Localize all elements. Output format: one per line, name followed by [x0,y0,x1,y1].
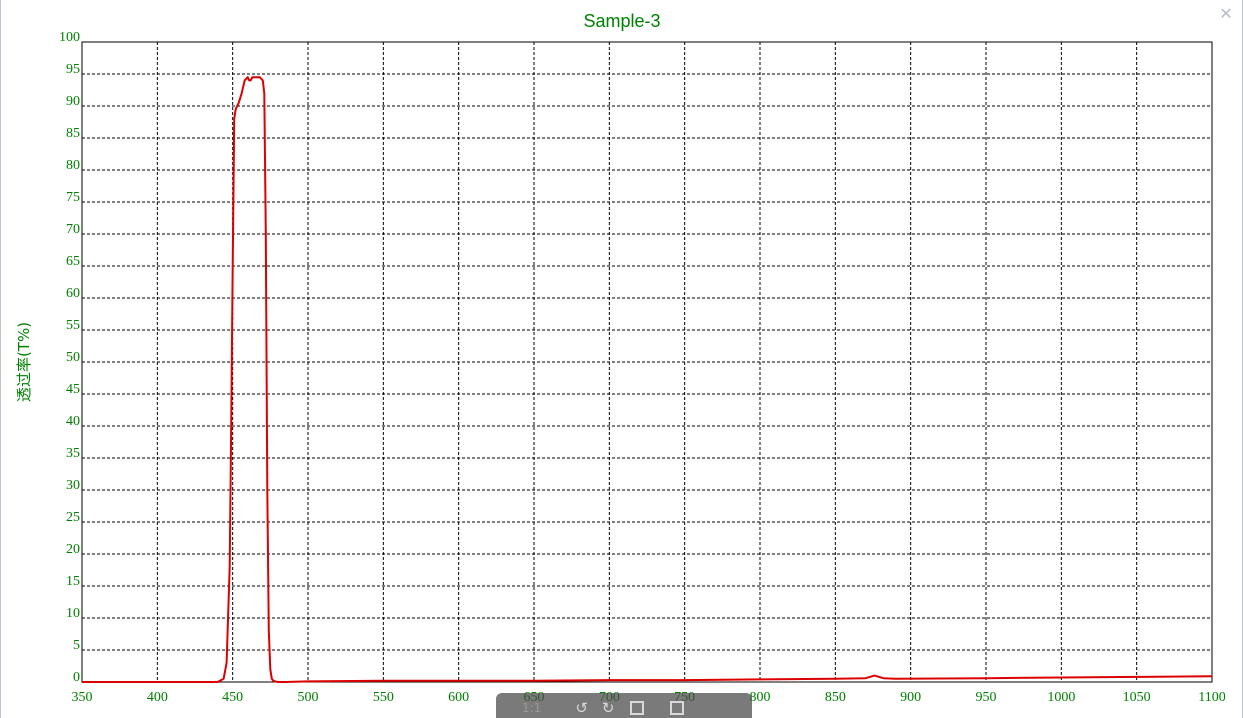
actual-size-button[interactable]: 1:1 [522,699,541,717]
grid-lines [82,42,1212,682]
y-tick-label: 75 [66,190,80,205]
y-tick-label: 30 [66,478,80,493]
x-tick-label: 600 [448,690,469,705]
x-tick-label: 900 [900,690,921,705]
y-tick-label: 40 [66,414,80,429]
series-line [82,76,1213,683]
y-tick-label: 55 [66,318,80,333]
y-tick-label: 60 [66,286,80,301]
x-tick-label: 1000 [1047,690,1075,705]
y-tick-label: 15 [66,574,80,589]
y-tick-label: 100 [59,30,80,45]
y-tick-labels: 0 5 10 15 20 25 30 35 40 45 50 55 60 65 70 75 80 85 90 95 10… [59,30,80,685]
x-tick-label: 350 [72,690,93,705]
y-tick-label: 0 [73,670,80,685]
y-tick-label: 85 [66,126,80,141]
y-tick-label: 25 [66,510,80,525]
y-tick-label: 80 [66,158,80,173]
x-tick-label: 850 [825,690,846,705]
y-axis-label: 透过率(T%) [15,322,33,402]
x-tick-label: 1100 [1198,690,1225,705]
y-tick-label: 35 [66,446,80,461]
chart-title: Sample-3 [583,11,660,31]
x-tick-label: 550 [373,690,394,705]
y-tick-label: 20 [66,542,80,557]
chart-window: ✕ Sample-3 透过率(T%) 0 5 10 15 20 25 30 35 40 45 50 5… [0,0,1243,718]
x-tick-label: 450 [222,690,243,705]
series-layer [82,76,1213,683]
x-tick-label: 400 [147,690,168,705]
x-tick-label: 500 [298,690,319,705]
y-tick-label: 65 [66,254,80,269]
y-tick-label: 95 [66,62,80,77]
y-tick-label: 10 [66,606,80,621]
y-tick-label: 70 [66,222,80,237]
rotate-right-icon[interactable]: ↻ [602,699,615,717]
rotate-left-icon[interactable]: ↺ [575,699,588,717]
y-tick-label: 5 [73,638,80,653]
x-tick-label: 950 [976,690,997,705]
y-tick-label: 90 [66,94,80,109]
save-icon[interactable] [630,701,645,715]
fullscreen-icon[interactable] [670,701,685,715]
y-tick-label: 50 [66,350,80,365]
x-tick-label: 1050 [1123,690,1151,705]
image-viewer-toolbar: 1:1 ↺ ↻ [496,693,752,718]
y-tick-label: 45 [66,382,80,397]
x-tick-label: 800 [750,690,771,705]
transmittance-chart: Sample-3 透过率(T%) 0 5 10 15 20 25 30 35 40 45 50 55 6… [15,11,1226,705]
